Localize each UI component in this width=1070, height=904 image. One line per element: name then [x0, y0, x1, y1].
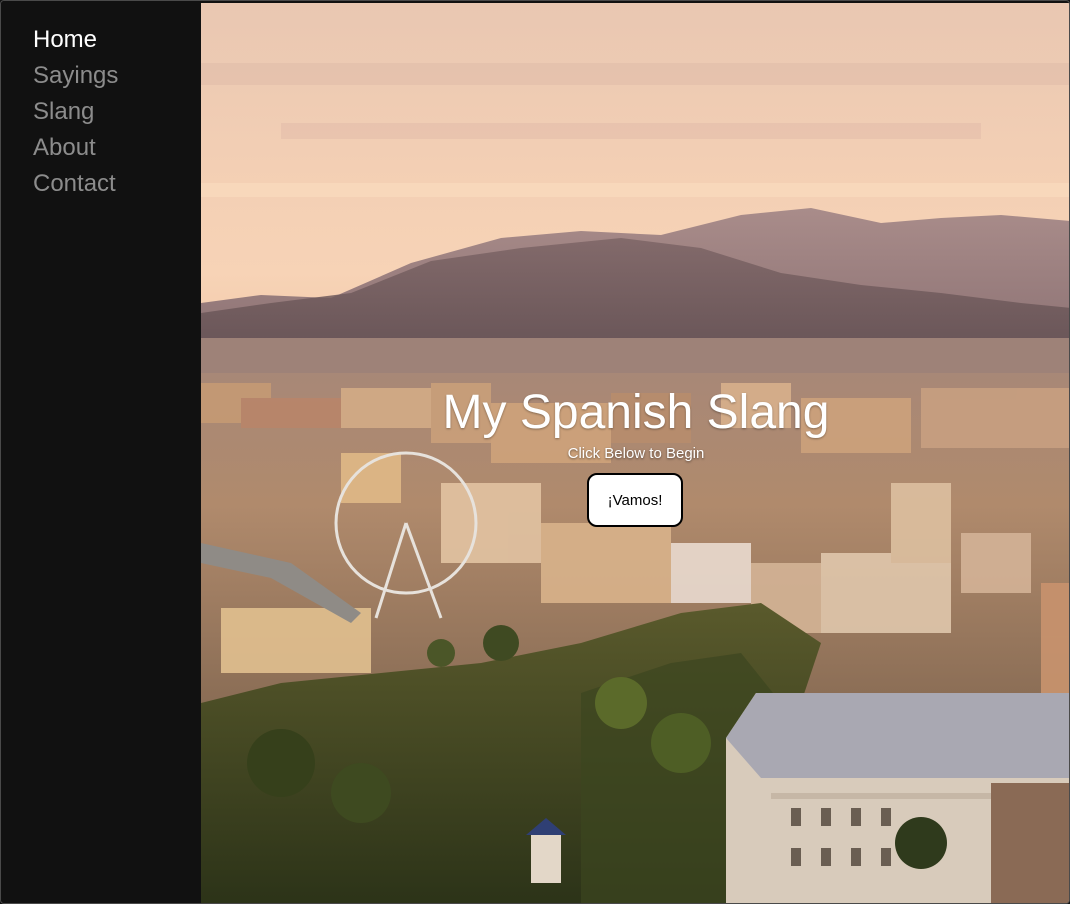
- nav-item-contact[interactable]: Contact: [33, 166, 201, 202]
- hero-section: My Spanish Slang Click Below to Begin ¡V…: [201, 3, 1069, 903]
- hero-subtitle: Click Below to Begin: [567, 445, 705, 462]
- nav-item-home[interactable]: Home: [33, 22, 201, 58]
- hero-title: My Spanish Slang: [442, 386, 830, 439]
- vamos-button[interactable]: ¡Vamos!: [587, 473, 683, 527]
- browser-window: Home Sayings Slang About Contact My Span…: [0, 0, 1070, 904]
- nav-item-sayings[interactable]: Sayings: [33, 58, 201, 94]
- nav-item-slang[interactable]: Slang: [33, 94, 201, 130]
- sidebar-nav: Home Sayings Slang About Contact: [1, 1, 201, 903]
- hero-content: My Spanish Slang Click Below to Begin ¡V…: [201, 3, 1069, 903]
- nav-item-about[interactable]: About: [33, 130, 201, 166]
